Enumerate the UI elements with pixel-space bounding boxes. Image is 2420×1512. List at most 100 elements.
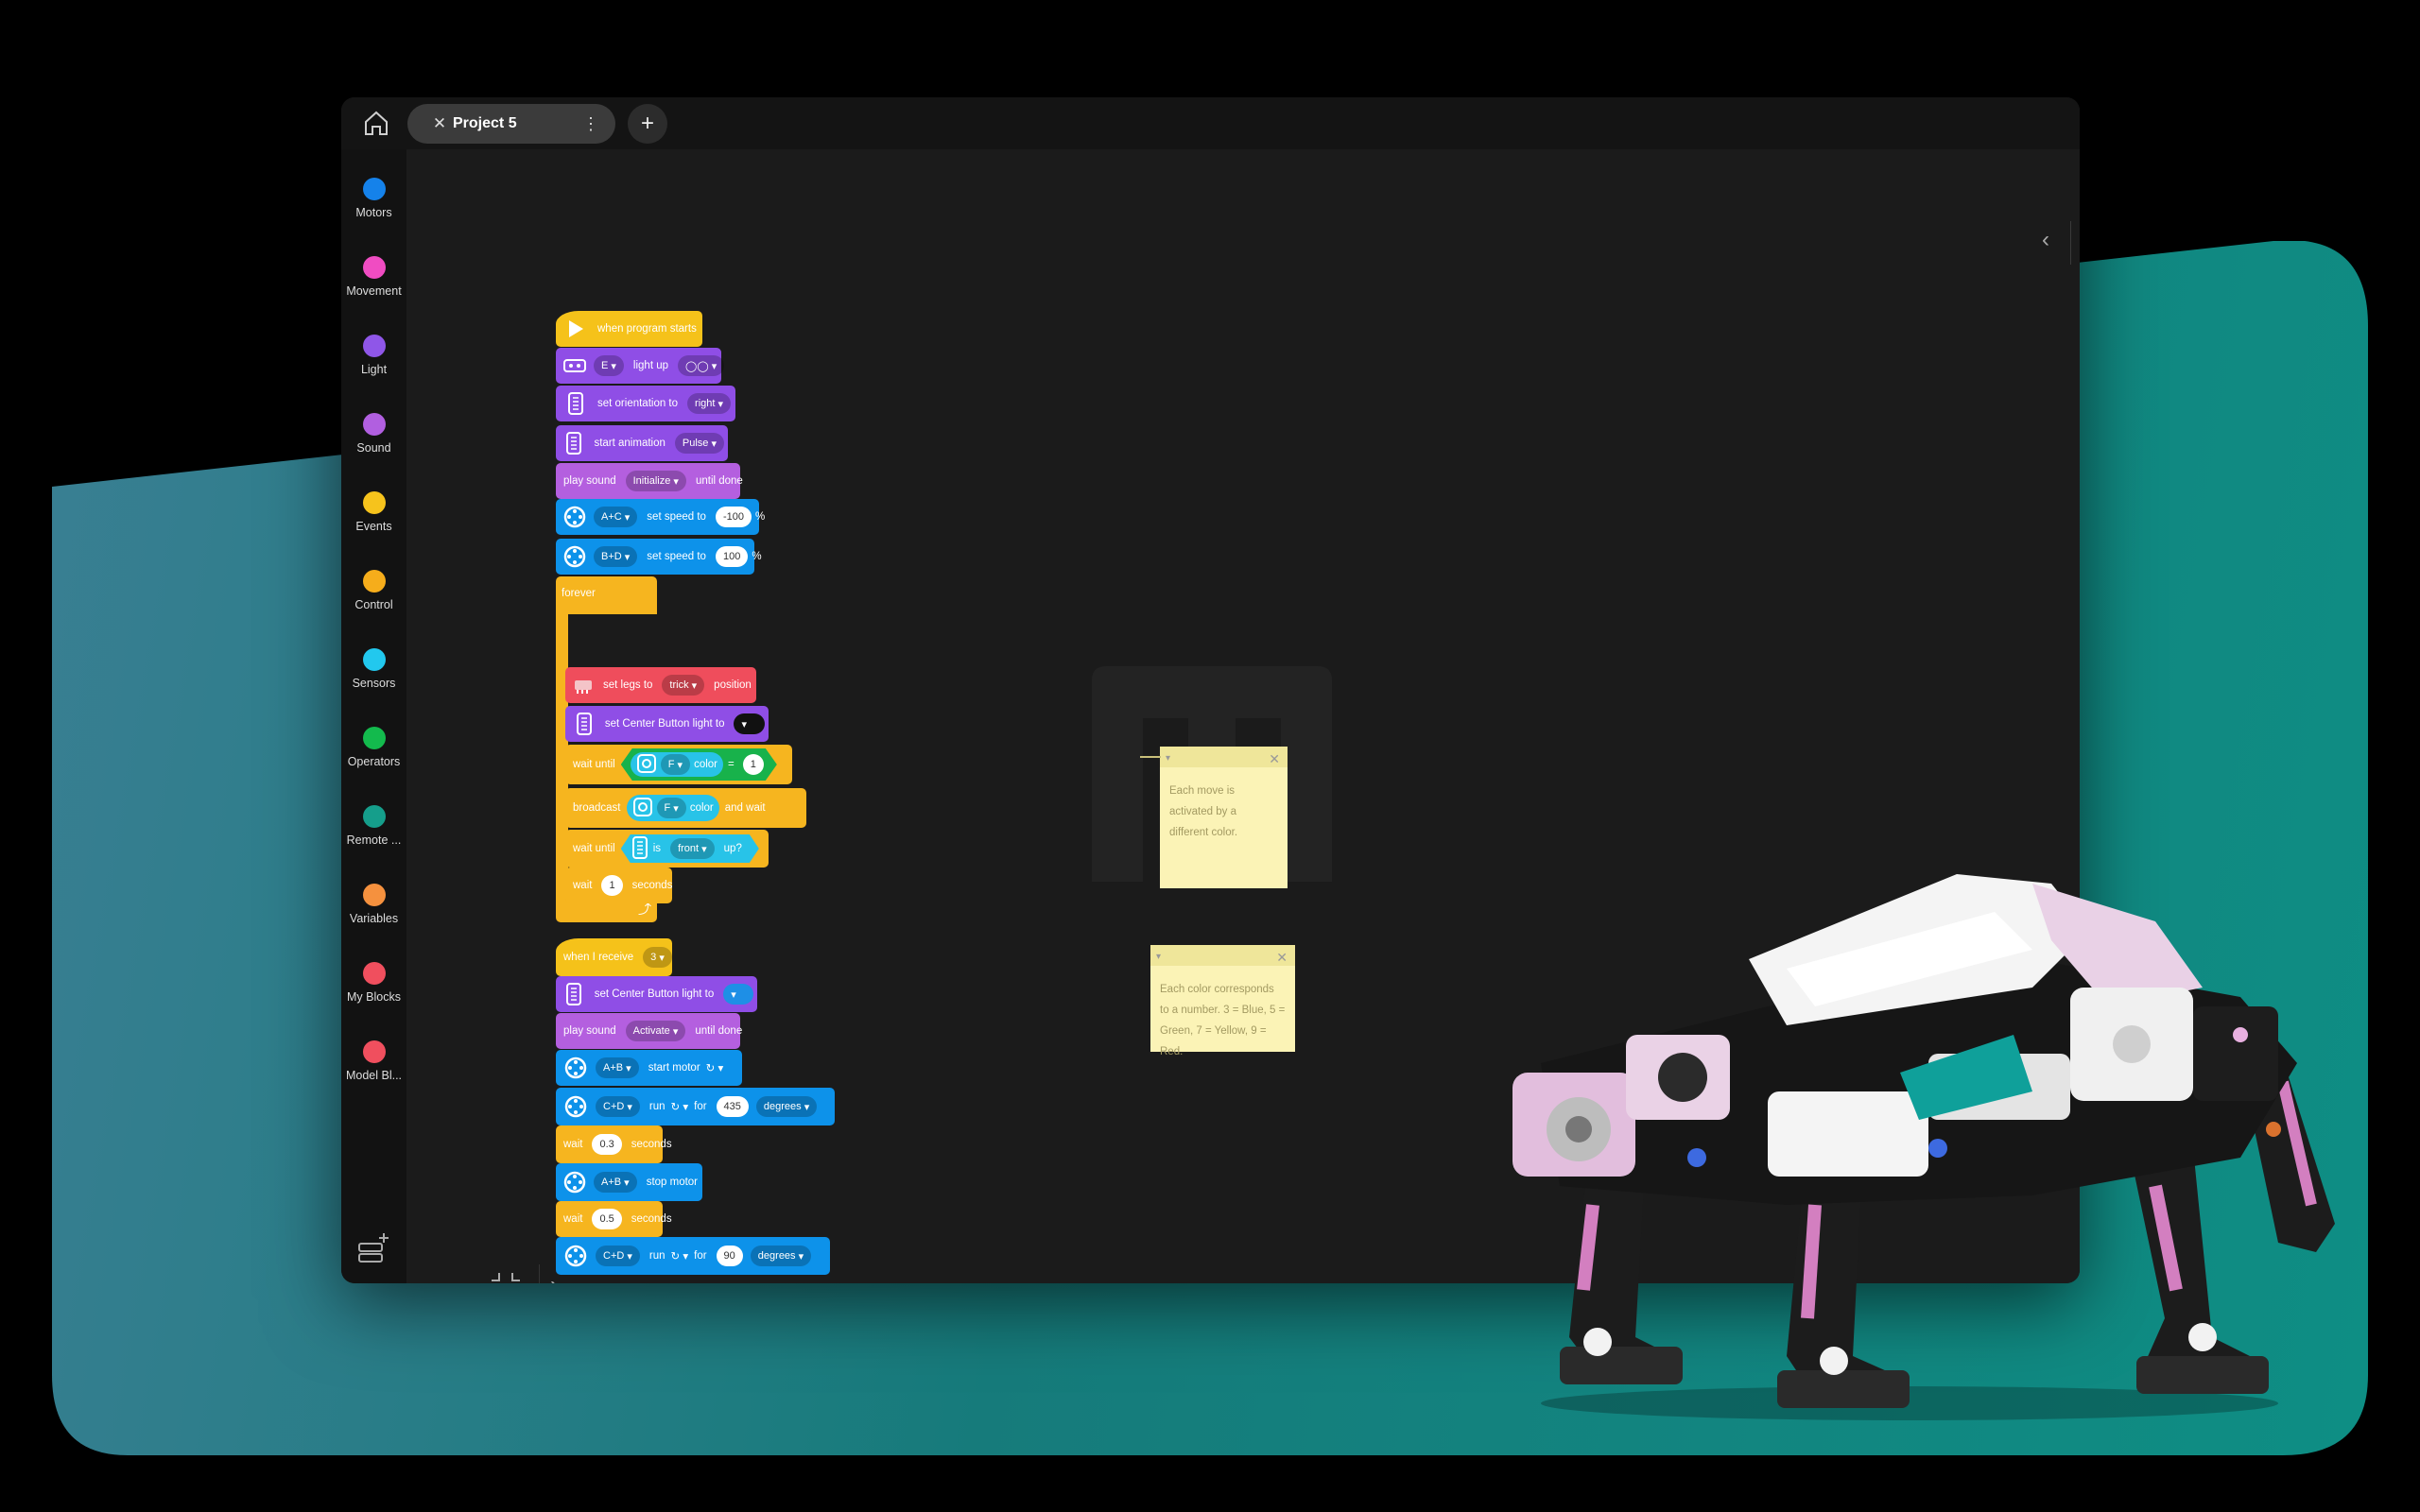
eyes-dropdown[interactable]: ◯◯ ▾ — [678, 355, 725, 376]
set-speed-block-1[interactable]: A+C ▾ set speed to -100 % — [556, 499, 765, 535]
wait-until-color-block[interactable]: wait until F ▾ color = 1 — [565, 745, 792, 784]
motor-icon — [563, 1244, 588, 1268]
port-dropdown[interactable]: F ▾ — [661, 754, 690, 775]
block-category-sidebar: Motors Movement Light Sound Events Control Sen… — [341, 149, 406, 1283]
matrix-icon — [573, 712, 596, 736]
category-remote[interactable]: Remote ... — [341, 805, 406, 847]
port-dropdown[interactable]: A+C ▾ — [594, 507, 638, 527]
message-dropdown[interactable]: 3 ▾ — [643, 947, 672, 968]
category-light[interactable]: Light — [341, 335, 406, 376]
direction-clockwise-icon[interactable]: ↻ ▾ — [671, 1249, 689, 1263]
comment-note-2[interactable]: ▾ ✕ Each color corresponds to a number. … — [1150, 945, 1295, 1057]
chevron-left-icon[interactable]: ‹ — [2042, 227, 2049, 253]
equals-operator[interactable]: F ▾ color = 1 — [621, 748, 777, 781]
category-movement[interactable]: Movement — [341, 256, 406, 298]
broadcast-block[interactable]: broadcast F ▾ color and wait — [565, 788, 806, 828]
legs-position-dropdown[interactable]: trick ▾ — [662, 675, 705, 696]
port-dropdown[interactable]: A+B ▾ — [594, 1172, 637, 1193]
direction-clockwise-icon[interactable]: ↻ ▾ — [671, 1100, 689, 1113]
wait-seconds-block[interactable]: wait 1 seconds — [565, 868, 672, 903]
seconds-input[interactable]: 1 — [601, 875, 623, 896]
speed-input[interactable]: -100 — [715, 507, 752, 527]
category-sensors[interactable]: Sensors — [341, 648, 406, 690]
port-dropdown[interactable]: A+B ▾ — [596, 1057, 639, 1078]
run-motor-for-block-2[interactable]: C+D ▾ run ↻ ▾ for 90 degrees ▾ — [556, 1237, 830, 1275]
category-variables[interactable]: Variables — [341, 884, 406, 925]
category-color-dot — [362, 727, 386, 749]
tilt-sensor-boolean[interactable]: is front ▾ up? — [621, 834, 759, 863]
category-operators[interactable]: Operators — [341, 727, 406, 768]
category-motors[interactable]: Motors — [341, 178, 406, 219]
port-dropdown[interactable]: C+D ▾ — [596, 1246, 640, 1266]
close-tab-icon[interactable]: ✕ — [426, 114, 453, 133]
motor-icon — [563, 1056, 588, 1080]
category-color-dot — [362, 413, 386, 436]
model-icon — [573, 673, 594, 697]
degrees-input[interactable]: 435 — [716, 1096, 749, 1117]
unit-dropdown[interactable]: degrees ▾ — [750, 1246, 812, 1266]
light-up-block[interactable]: E ▾ light up ◯◯ ▾ — [556, 348, 725, 384]
add-tab-button[interactable]: + — [628, 104, 667, 144]
tab-menu-icon[interactable]: ⋮ — [579, 114, 602, 134]
block-text: until done — [695, 475, 743, 487]
recenter-button[interactable] — [489, 1269, 523, 1283]
home-button[interactable] — [358, 105, 394, 141]
start-motor-block[interactable]: A+B ▾ start motor ↻ ▾ — [556, 1050, 742, 1086]
collapse-note-icon[interactable]: ▾ — [1156, 947, 1161, 968]
category-color-dot — [362, 491, 386, 514]
side-dropdown[interactable]: front ▾ — [670, 838, 715, 859]
collapse-note-icon[interactable]: ▾ — [1166, 748, 1170, 769]
category-my-blocks[interactable]: My Blocks — [341, 962, 406, 1004]
category-model-bl[interactable]: Model Bl... — [341, 1040, 406, 1082]
set-center-button-light-block[interactable]: set Center Button light to ▾ — [565, 706, 769, 742]
color-sensor-reporter[interactable]: F ▾ color — [631, 752, 723, 777]
block-text: set orientation to — [597, 398, 679, 409]
color-sensor-reporter[interactable]: F ▾ color — [626, 795, 719, 821]
color-dropdown[interactable]: ▾ — [723, 984, 753, 1005]
extensions-button[interactable] — [356, 1230, 390, 1264]
close-note-icon[interactable]: ✕ — [1276, 947, 1288, 968]
category-sound[interactable]: Sound — [341, 413, 406, 455]
set-legs-block[interactable]: set legs to trick ▾ position — [565, 667, 756, 703]
play-icon — [563, 317, 588, 341]
comment-note-1[interactable]: ▾ ✕ Each move is activated by a differen… — [1160, 747, 1288, 888]
wait-seconds-block-3[interactable]: wait 0.5 seconds — [556, 1201, 672, 1237]
close-note-icon[interactable]: ✕ — [1269, 748, 1280, 769]
stop-motor-block[interactable]: A+B ▾ stop motor — [556, 1163, 702, 1201]
set-speed-block-2[interactable]: B+D ▾ set speed to 100 % — [556, 539, 762, 575]
degrees-input[interactable]: 90 — [716, 1246, 743, 1266]
seconds-input[interactable]: 0.3 — [592, 1134, 622, 1155]
start-animation-block[interactable]: start animation Pulse ▾ — [556, 425, 728, 461]
forever-block[interactable]: forever — [556, 576, 657, 614]
unit-label: % — [754, 511, 766, 523]
seconds-input[interactable]: 0.5 — [592, 1209, 622, 1229]
color-dropdown[interactable]: ▾ — [734, 713, 765, 734]
when-program-starts-block[interactable]: when program starts — [556, 311, 702, 347]
wait-seconds-block-2[interactable]: wait 0.3 seconds — [556, 1125, 672, 1163]
speed-input[interactable]: 100 — [715, 546, 749, 567]
sound-dropdown[interactable]: Initialize ▾ — [625, 471, 686, 491]
direction-clockwise-icon[interactable]: ↻ ▾ — [706, 1061, 724, 1074]
unit-dropdown[interactable]: degrees ▾ — [755, 1096, 818, 1117]
port-dropdown[interactable]: B+D ▾ — [594, 546, 638, 567]
when-i-receive-block[interactable]: when I receive 3 ▾ — [556, 938, 672, 976]
category-label: Motors — [355, 206, 392, 219]
color-value-input[interactable]: 1 — [743, 754, 764, 775]
project-tab[interactable]: ✕ Project 5 ⋮ — [407, 104, 615, 144]
port-dropdown[interactable]: E ▾ — [594, 355, 624, 376]
play-sound-block[interactable]: play sound Initialize ▾ until done — [556, 463, 743, 499]
chevron-right-icon[interactable]: › — [550, 1272, 558, 1283]
category-events[interactable]: Events — [341, 491, 406, 533]
set-center-button-light-block-2[interactable]: set Center Button light to ▾ — [556, 976, 757, 1012]
sound-dropdown[interactable]: Activate ▾ — [625, 1021, 686, 1041]
play-sound-block-2[interactable]: play sound Activate ▾ until done — [556, 1013, 742, 1049]
orientation-dropdown[interactable]: right ▾ — [687, 393, 732, 414]
block-text: broadcast — [573, 802, 621, 814]
category-control[interactable]: Control — [341, 570, 406, 611]
port-dropdown[interactable]: F ▾ — [656, 798, 686, 818]
wait-until-tilt-block[interactable]: wait until is front ▾ up? — [565, 830, 769, 868]
run-motor-for-block[interactable]: C+D ▾ run ↻ ▾ for 435 degrees ▾ — [556, 1088, 835, 1125]
set-orientation-block[interactable]: set orientation to right ▾ — [556, 386, 735, 421]
port-dropdown[interactable]: C+D ▾ — [596, 1096, 640, 1117]
animation-dropdown[interactable]: Pulse ▾ — [674, 433, 724, 454]
